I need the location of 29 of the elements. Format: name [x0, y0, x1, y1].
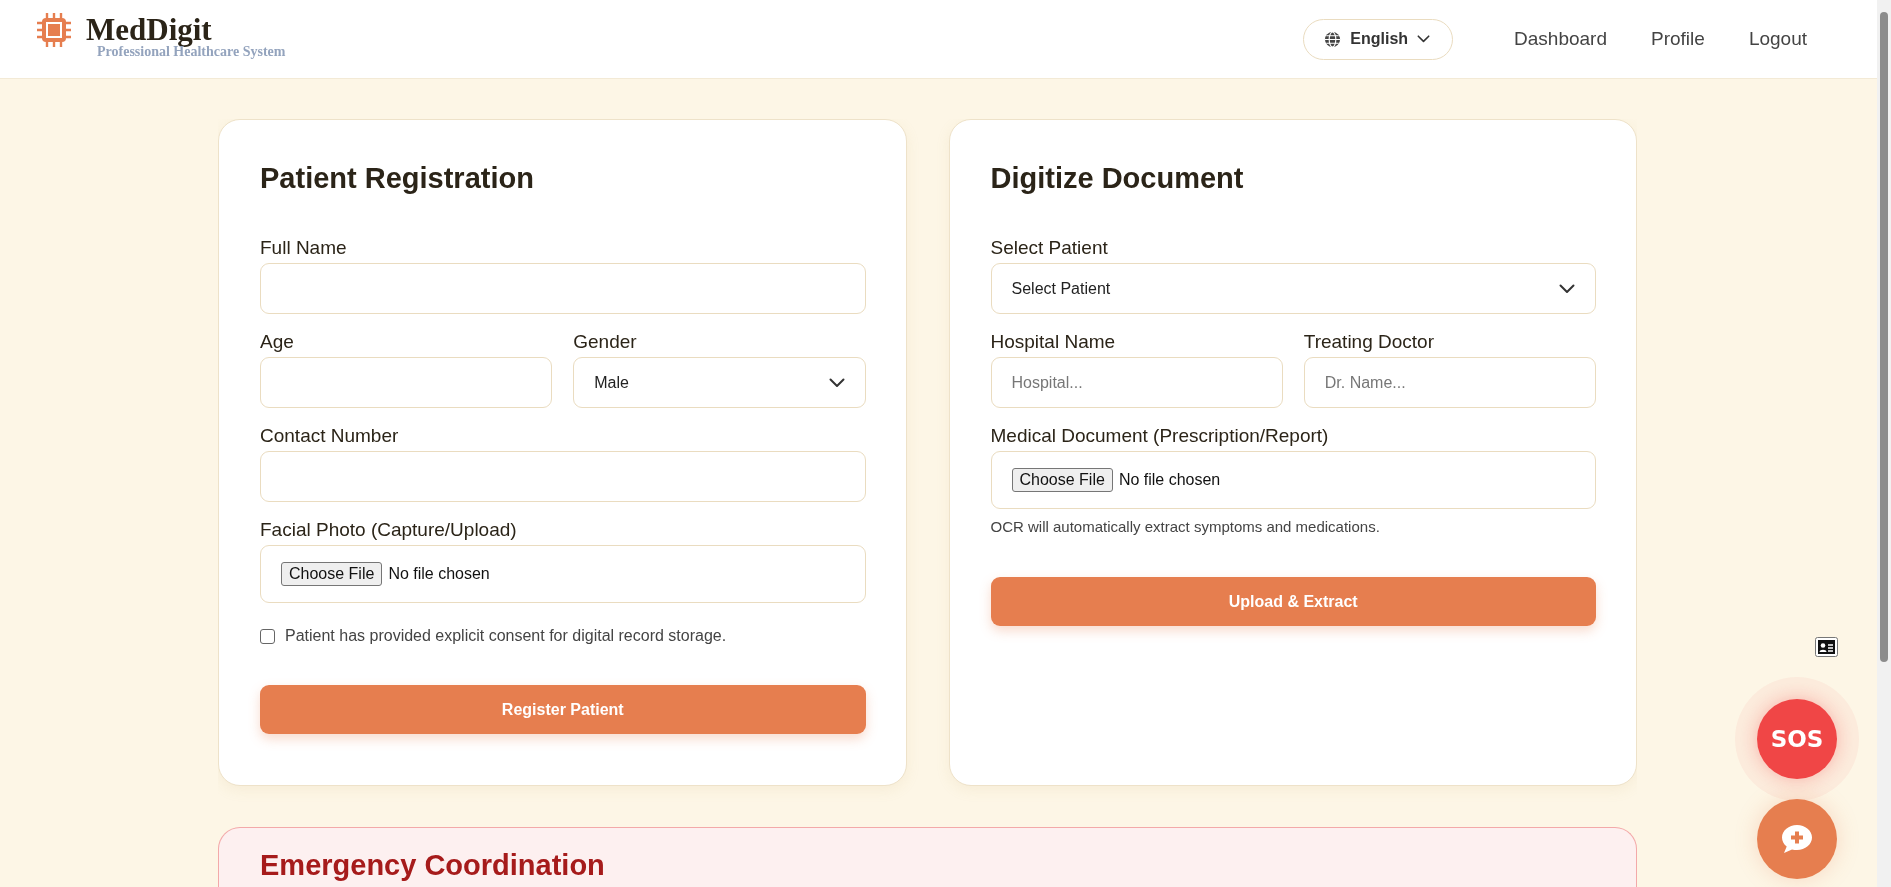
- consent-label: Patient has provided explicit consent for digital record storage.: [285, 627, 727, 645]
- dropdown-field[interactable]: Select Patient: [990, 263, 1596, 314]
- card-title: Patient Registration: [260, 161, 535, 196]
- field-label: Facial Photo (Capture/Upload): [260, 519, 518, 541]
- field-label: Medical Document (Prescription/Report): [990, 425, 1330, 447]
- choose-file-button[interactable]: Choose File: [1011, 468, 1113, 492]
- field-label: Contact Number: [260, 425, 400, 447]
- section-title: Emergency Coordination: [260, 848, 606, 882]
- nav-link[interactable]: Dashboard: [1514, 28, 1607, 50]
- field-label: Select Patient: [990, 237, 1109, 259]
- dropdown-field[interactable]: Male: [573, 357, 866, 408]
- file-upload-field[interactable]: Choose File No file chosen: [260, 545, 866, 603]
- field-label: Gender: [573, 331, 638, 353]
- text-field[interactable]: Hospital...: [990, 357, 1283, 408]
- brand-name: MedDigit: [86, 12, 212, 47]
- nav-link[interactable]: Profile: [1651, 28, 1705, 50]
- hint-text: OCR will automatically extract symptoms and medications.: [990, 518, 1381, 536]
- file-status: No file chosen: [1118, 471, 1221, 489]
- field-label: Age: [260, 331, 295, 353]
- file-status: No file chosen: [388, 565, 490, 583]
- choose-file-button[interactable]: Choose File: [281, 562, 383, 586]
- text-field[interactable]: Dr. Name...: [1303, 357, 1596, 408]
- field-label: Hospital Name: [990, 331, 1117, 353]
- card-title: Digitize Document: [990, 161, 1245, 196]
- file-upload-field[interactable]: Choose File No file chosen: [990, 451, 1596, 509]
- field-label: Full Name: [260, 237, 348, 259]
- nav-link[interactable]: Logout: [1748, 28, 1807, 50]
- field-label: Treating Doctor: [1303, 331, 1435, 353]
- sos-button[interactable]: SOS: [1757, 699, 1837, 779]
